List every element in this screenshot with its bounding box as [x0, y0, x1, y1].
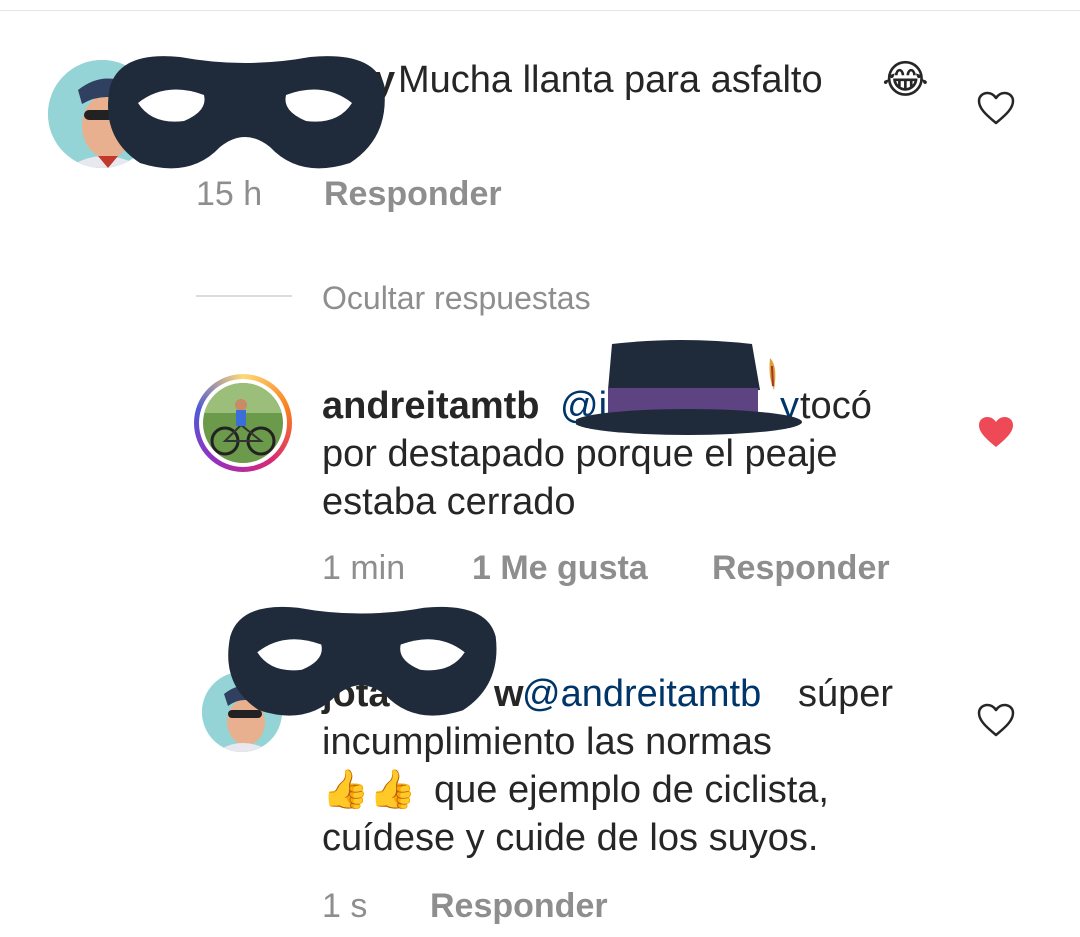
heart-outline-icon[interactable]	[976, 90, 1016, 126]
reply2-mention[interactable]: @andreitamtb	[522, 670, 761, 718]
reply2-text-line1: súper	[798, 673, 894, 715]
comment-time: 15 h	[196, 175, 263, 213]
mask-sticker-2	[228, 606, 497, 716]
comment-reply-button[interactable]: Responder	[324, 174, 502, 214]
reply2-time: 1 s	[322, 887, 368, 925]
reply-likes-count[interactable]: 1 Me gusta	[472, 548, 648, 588]
avatar-andreitamtb[interactable]	[194, 374, 292, 472]
mask-sticker-1	[108, 56, 385, 169]
heart-outline-icon[interactable]	[976, 702, 1016, 738]
reply-text-line3: estaba cerrado	[322, 481, 576, 523]
replies-divider-line	[196, 295, 292, 297]
hat-sticker	[576, 340, 802, 435]
comment-text: Mucha llanta para asfalto	[398, 59, 823, 101]
reply2-text-line3: que ejemplo de ciclista,	[434, 769, 829, 811]
avatar-image	[203, 383, 283, 463]
hide-replies-button[interactable]: Ocultar respuestas	[322, 278, 591, 318]
emoji-thumbs-up: 👍👍	[322, 769, 417, 811]
reply2-reply-button[interactable]: Responder	[430, 886, 608, 926]
heart-filled-icon[interactable]	[976, 414, 1016, 450]
reply-reply-button[interactable]: Responder	[712, 548, 890, 588]
reply-text-line2: por destapado porque el peaje	[322, 433, 838, 475]
reply-username-andreitamtb[interactable]: andreitamtb	[322, 382, 539, 430]
reply-text-line1: tocó	[800, 385, 872, 427]
reply2-text-line4: cuídese y cuide de los suyos.	[322, 817, 819, 859]
reply2-text-line2: incumplimiento las normas	[322, 721, 772, 763]
emoji-laughing: 😂	[882, 58, 929, 102]
top-divider	[0, 10, 1080, 11]
reply-time: 1 min	[322, 549, 406, 587]
